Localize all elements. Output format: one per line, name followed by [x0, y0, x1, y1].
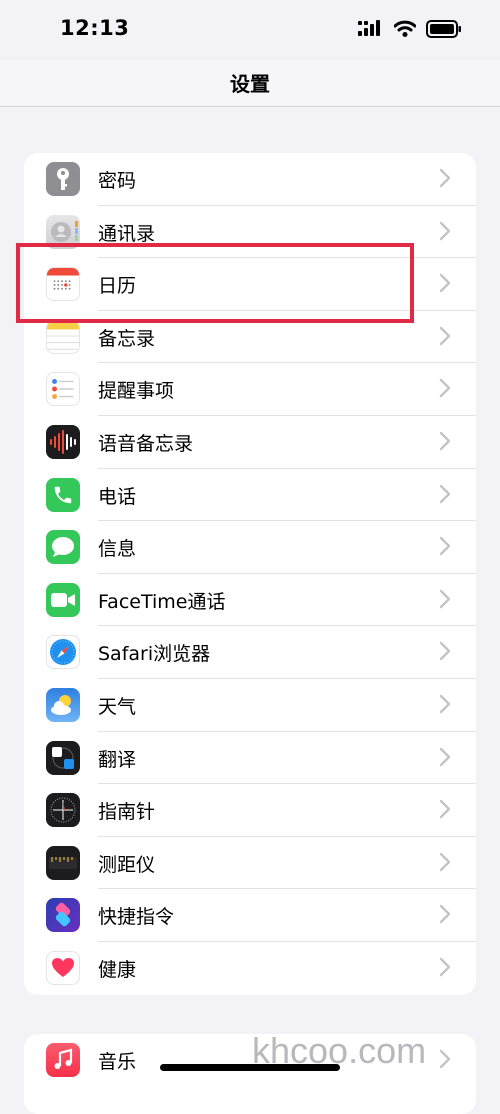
- settings-row-health[interactable]: 健康: [24, 942, 476, 995]
- shortcuts-icon: [46, 898, 80, 933]
- chevron-right-icon: [439, 536, 451, 556]
- settings-row-weather[interactable]: 天气: [24, 679, 476, 732]
- settings-row-label: 健康: [98, 958, 137, 981]
- chevron-right-icon: [439, 589, 451, 608]
- safari-icon: [46, 635, 80, 670]
- battery-icon: [426, 20, 461, 38]
- settings-row-label: 音乐: [98, 1051, 137, 1073]
- settings-row-shortcuts[interactable]: 快捷指令: [24, 889, 476, 942]
- settings-row-label: 翻译: [98, 748, 137, 771]
- health-icon: [46, 950, 80, 985]
- settings-row-measure[interactable]: 测距仪: [24, 837, 476, 890]
- settings-row-label: 提醒事项: [98, 380, 175, 403]
- settings-row-messages[interactable]: 信息: [24, 521, 476, 574]
- chevron-right-icon: [439, 957, 451, 977]
- settings-row-label: 信息: [98, 538, 137, 561]
- chevron-right-icon: [439, 431, 451, 451]
- chevron-right-icon: [439, 1049, 451, 1069]
- home-indicator[interactable]: [160, 1064, 340, 1071]
- settings-row-translate[interactable]: 翻译: [24, 732, 476, 785]
- chevron-right-icon: [439, 852, 451, 871]
- translate-icon: [46, 740, 80, 775]
- settings-row-label: FaceTime通话: [98, 590, 226, 613]
- settings-row-label: 指南针: [98, 801, 156, 824]
- settings-row-facetime[interactable]: FaceTime通话: [24, 574, 476, 627]
- settings-row-label: 天气: [98, 695, 137, 718]
- chevron-right-icon: [439, 642, 451, 661]
- settings-row-label: 通讯录: [98, 222, 156, 245]
- chevron-right-icon: [439, 905, 451, 924]
- settings-row-label: Safari浏览器: [98, 643, 211, 666]
- highlight-annotation: [16, 243, 414, 323]
- settings-row-voice-memos[interactable]: 语音备忘录: [24, 416, 476, 469]
- chevron-right-icon: [439, 379, 451, 398]
- messages-icon: [46, 530, 80, 565]
- settings-row-passwords[interactable]: 密码: [24, 153, 476, 206]
- settings-row-label: 电话: [98, 485, 137, 508]
- settings-row-reminders[interactable]: 提醒事项: [24, 363, 476, 416]
- settings-row-label: 密码: [98, 170, 137, 192]
- chevron-right-icon: [439, 484, 451, 503]
- chevron-right-icon: [439, 168, 451, 188]
- settings-row-label: 测距仪: [98, 853, 156, 876]
- music-icon: [46, 1043, 80, 1077]
- chevron-right-icon: [439, 799, 451, 819]
- status-time: 12:13: [60, 16, 130, 40]
- settings-row-label: 备忘录: [98, 327, 156, 350]
- key-icon: [46, 162, 80, 196]
- chevron-right-icon: [439, 747, 451, 766]
- page-title: 设置: [230, 72, 270, 96]
- compass-icon: [46, 793, 80, 828]
- notes-icon: [46, 319, 80, 354]
- chevron-right-icon: [439, 694, 451, 714]
- settings-row-safari[interactable]: Safari浏览器: [24, 626, 476, 679]
- measure-icon: [46, 845, 80, 880]
- wifi-icon: [394, 20, 416, 37]
- phone-icon: [46, 477, 80, 512]
- settings-row-label: 快捷指令: [98, 906, 175, 929]
- chevron-right-icon: [439, 273, 451, 293]
- status-icons: [358, 20, 462, 38]
- facetime-icon: [46, 582, 80, 617]
- settings-row-label: 语音备忘录: [98, 432, 194, 455]
- weather-icon: [46, 687, 80, 722]
- chevron-right-icon: [439, 221, 451, 240]
- cellular-signal-icon: [358, 20, 380, 36]
- settings-row-compass[interactable]: 指南针: [24, 784, 476, 837]
- status-bar: 12:13: [0, 0, 500, 60]
- reminders-icon: [46, 372, 80, 407]
- chevron-right-icon: [439, 326, 451, 345]
- navigation-bar: 设置: [0, 60, 500, 107]
- voice-memos-icon: [46, 424, 80, 459]
- settings-row-phone[interactable]: 电话: [24, 469, 476, 522]
